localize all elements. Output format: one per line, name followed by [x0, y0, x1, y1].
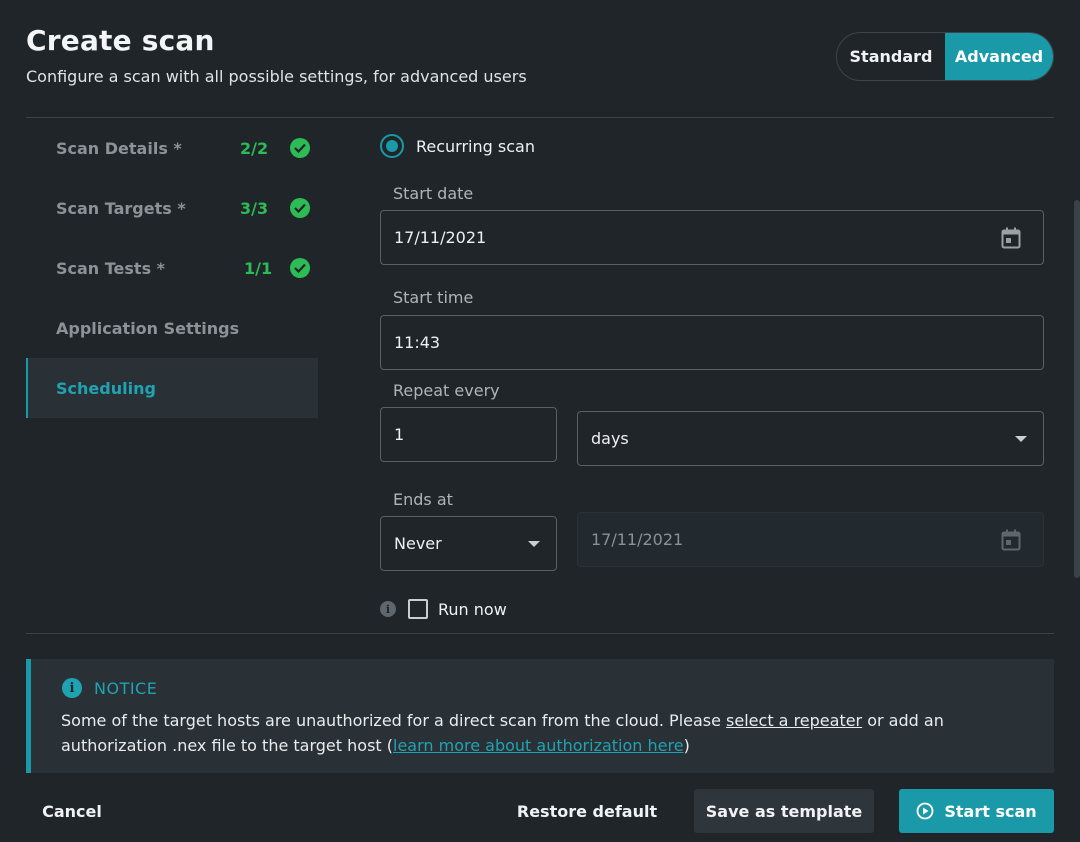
run-now-checkbox[interactable] — [408, 599, 428, 619]
chevron-down-icon — [528, 540, 540, 547]
mode-toggle: Standard Advanced — [836, 32, 1054, 81]
page-header: Create scan Configure a scan with all po… — [26, 24, 527, 86]
run-now-label: Run now — [438, 599, 507, 619]
learn-more-link[interactable]: learn more about authorization here — [393, 736, 684, 755]
recurring-scan-radio[interactable]: Recurring scan — [380, 134, 535, 158]
calendar-icon — [1001, 529, 1021, 550]
notice-text-part: ) — [683, 736, 690, 755]
repeat-unit-select[interactable]: days — [577, 411, 1044, 466]
check-circle-icon — [290, 138, 310, 158]
start-date-value: 17/11/2021 — [394, 228, 487, 247]
sidebar-item-count: 3/3 — [240, 198, 269, 218]
ends-at-label: Ends at — [393, 490, 453, 509]
run-now-row: i Run now — [380, 599, 507, 619]
repeat-every-label: Repeat every — [393, 381, 500, 400]
ends-at-select[interactable]: Never — [380, 516, 557, 571]
repeat-count-value: 1 — [394, 425, 405, 444]
sidebar-nav: Scan Details * 2/2 Scan Targets * 3/3 Sc… — [26, 118, 318, 418]
sidebar-item-scan-details[interactable]: Scan Details * 2/2 — [26, 118, 318, 178]
start-date-label: Start date — [393, 184, 474, 203]
sidebar-item-label: Application Settings — [56, 318, 240, 338]
sidebar-item-scan-targets[interactable]: Scan Targets * 3/3 — [26, 178, 318, 238]
page-title: Create scan — [26, 24, 215, 57]
info-icon[interactable]: i — [380, 601, 396, 617]
notice-text-part: Some of the target hosts are unauthorize… — [61, 711, 727, 730]
repeat-count-input[interactable]: 1 — [380, 407, 557, 462]
ends-at-value: Never — [394, 534, 442, 553]
notice-title: NOTICE — [94, 678, 158, 698]
start-date-field[interactable]: 17/11/2021 — [380, 210, 1044, 265]
sidebar-item-label: Scan Targets * — [56, 198, 186, 218]
cancel-button[interactable]: Cancel — [26, 789, 118, 833]
start-time-label: Start time — [393, 288, 474, 307]
chevron-down-icon — [1015, 435, 1027, 442]
notice-banner: i NOTICE Some of the target hosts are un… — [26, 659, 1054, 773]
sidebar-item-label: Scheduling — [56, 378, 156, 398]
start-scan-label: Start scan — [944, 801, 1037, 821]
check-circle-icon — [290, 258, 310, 278]
sidebar-item-count: 2/2 — [240, 138, 269, 158]
save-as-template-button[interactable]: Save as template — [694, 789, 874, 833]
select-repeater-link[interactable]: select a repeater — [726, 711, 862, 730]
page-subtitle: Configure a scan with all possible setti… — [26, 67, 527, 86]
start-time-field[interactable]: 11:43 — [380, 315, 1044, 370]
calendar-icon[interactable] — [1001, 227, 1021, 249]
mode-standard-button[interactable]: Standard — [837, 33, 945, 80]
ends-date-value: 17/11/2021 — [591, 530, 684, 549]
sidebar-item-scheduling[interactable]: Scheduling — [26, 358, 318, 418]
notice-header: i NOTICE — [62, 678, 157, 698]
info-icon: i — [62, 678, 82, 698]
mode-advanced-button[interactable]: Advanced — [945, 33, 1053, 80]
divider — [26, 633, 1054, 634]
sidebar-item-application-settings[interactable]: Application Settings — [26, 298, 318, 358]
start-time-value: 11:43 — [394, 333, 441, 352]
play-circle-icon — [916, 802, 934, 820]
check-circle-icon — [290, 198, 310, 218]
sidebar-item-label: Scan Tests * — [56, 258, 166, 278]
radio-icon — [380, 134, 404, 158]
ends-date-field: 17/11/2021 — [577, 512, 1044, 567]
sidebar-item-count: 1/1 — [244, 258, 273, 278]
notice-text: Some of the target hosts are unauthorize… — [61, 708, 1021, 758]
sidebar-item-label: Scan Details * — [56, 138, 182, 158]
recurring-scan-label: Recurring scan — [416, 136, 535, 156]
scrollbar[interactable] — [1074, 200, 1080, 578]
restore-default-button[interactable]: Restore default — [510, 789, 664, 833]
sidebar-item-scan-tests[interactable]: Scan Tests * 1/1 — [26, 238, 318, 298]
repeat-unit-value: days — [591, 429, 629, 448]
start-scan-button[interactable]: Start scan — [899, 789, 1054, 833]
